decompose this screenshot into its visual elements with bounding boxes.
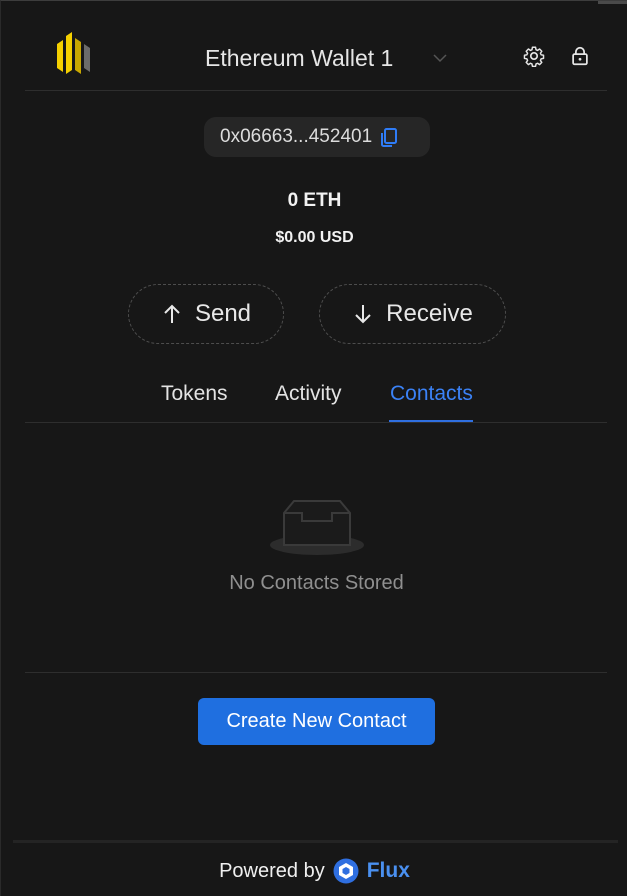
- address-pill[interactable]: 0x06663...452401: [204, 117, 430, 157]
- tab-contacts[interactable]: Contacts: [390, 382, 473, 406]
- arrow-down-icon: [355, 305, 371, 324]
- flux-brand[interactable]: Flux: [367, 859, 410, 883]
- empty-inbox-icon: [270, 500, 364, 555]
- send-button[interactable]: Send: [128, 284, 284, 344]
- flux-bars-logo: [57, 32, 90, 74]
- flux-logo-icon: [333, 858, 359, 884]
- usd-balance: $0.00 USD: [275, 229, 354, 246]
- tab-activity[interactable]: Activity: [275, 382, 342, 406]
- header: Ethereum Wallet 1: [25, 1, 607, 91]
- wallet-popup: Ethereum Wallet 1 0x06663...452401 0 ETH…: [0, 0, 627, 896]
- empty-state-message: No Contacts Stored: [229, 572, 404, 594]
- tab-tokens[interactable]: Tokens: [161, 382, 228, 406]
- send-label: Send: [194, 300, 252, 327]
- footer-divider: [13, 840, 618, 843]
- account-address: 0x06663...452401: [220, 126, 373, 147]
- arrow-up-icon: [164, 304, 180, 323]
- footer: Powered by Flux: [1, 855, 627, 887]
- wallet-name[interactable]: Ethereum Wallet 1: [205, 44, 393, 72]
- gear-icon[interactable]: [523, 45, 545, 67]
- eth-balance: 0 ETH: [287, 190, 342, 211]
- active-tab-indicator: [389, 420, 473, 422]
- powered-by-text: Powered by: [219, 859, 325, 882]
- copy-icon[interactable]: [380, 127, 398, 147]
- receive-label: Receive: [386, 300, 473, 327]
- divider: [25, 672, 607, 673]
- tab-bar: Tokens Activity Contacts: [25, 376, 607, 423]
- lock-icon[interactable]: [569, 45, 591, 67]
- receive-button[interactable]: Receive: [319, 284, 506, 344]
- chevron-down-icon[interactable]: [432, 50, 448, 66]
- create-contact-button[interactable]: Create New Contact: [198, 698, 435, 745]
